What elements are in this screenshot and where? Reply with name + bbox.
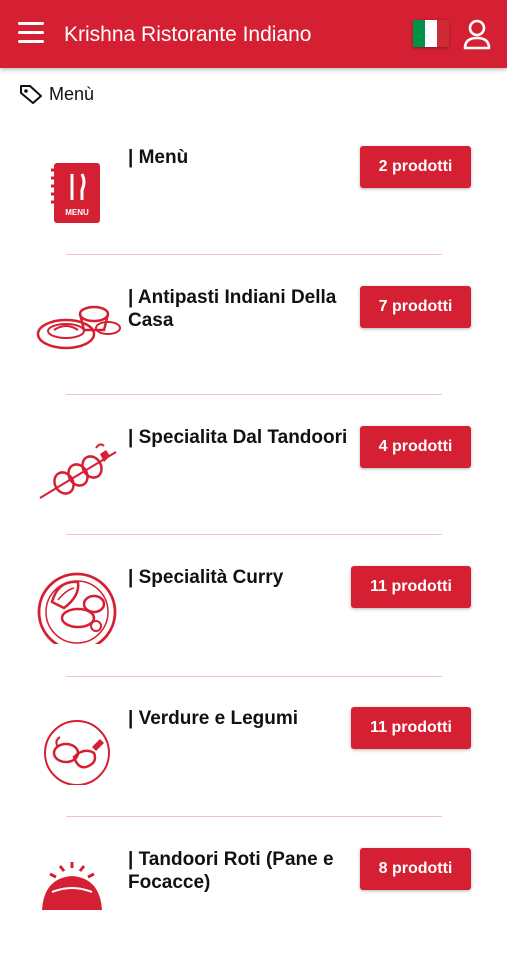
product-count-badge[interactable]: 4 prodotti xyxy=(360,426,471,468)
divider xyxy=(66,816,442,817)
svg-text:MENU: MENU xyxy=(65,208,89,217)
user-account-icon[interactable] xyxy=(462,18,492,50)
curry-plate-icon xyxy=(37,572,117,644)
hamburger-menu-icon[interactable] xyxy=(18,22,44,44)
app-title: Krishna Ristorante Indiano xyxy=(64,23,312,46)
category-name: | Verdure e Legumi xyxy=(128,708,299,729)
menu-book-icon: MENU xyxy=(51,163,100,223)
category-row[interactable]: | Antipasti Indiani Della Casa 7 prodott… xyxy=(0,276,507,416)
divider xyxy=(66,676,442,677)
category-name: | Antipasti Indiani Della Casa xyxy=(128,287,337,331)
product-count-badge[interactable]: 11 prodotti xyxy=(351,707,471,749)
vegetables-icon xyxy=(44,720,110,785)
breadcrumb-label: Menù xyxy=(49,83,95,104)
product-count-badge[interactable]: 8 prodotti xyxy=(360,848,471,890)
product-count-badge[interactable]: 2 prodotti xyxy=(360,146,471,188)
tandoor-bread-icon xyxy=(42,862,102,910)
breadcrumb[interactable]: Menù xyxy=(18,82,94,106)
appetizer-dishes-icon xyxy=(36,305,121,350)
category-name: | Specialità Curry xyxy=(128,567,284,588)
category-row[interactable]: | Specialità Curry 11 prodotti xyxy=(0,556,507,696)
category-name: | Tandoori Roti (Pane e Focacce) xyxy=(128,849,334,893)
category-name: | Menù xyxy=(128,147,189,168)
divider xyxy=(66,534,442,535)
skewer-icon xyxy=(39,443,117,499)
divider xyxy=(66,394,442,395)
product-count-badge[interactable]: 7 prodotti xyxy=(360,286,471,328)
italian-flag-icon[interactable] xyxy=(413,20,449,47)
category-name: | Specialita Dal Tandoori xyxy=(128,427,348,448)
category-row[interactable]: | Tandoori Roti (Pane e Focacce) 8 prodo… xyxy=(0,838,507,978)
category-row[interactable]: MENU | Menù 2 prodotti xyxy=(0,136,507,276)
top-app-bar: Krishna Ristorante Indiano xyxy=(0,0,507,68)
product-count-badge[interactable]: 11 prodotti xyxy=(351,566,471,608)
tag-icon xyxy=(20,85,42,104)
category-row[interactable]: | Specialita Dal Tandoori 4 prodotti xyxy=(0,416,507,556)
divider xyxy=(66,254,442,255)
